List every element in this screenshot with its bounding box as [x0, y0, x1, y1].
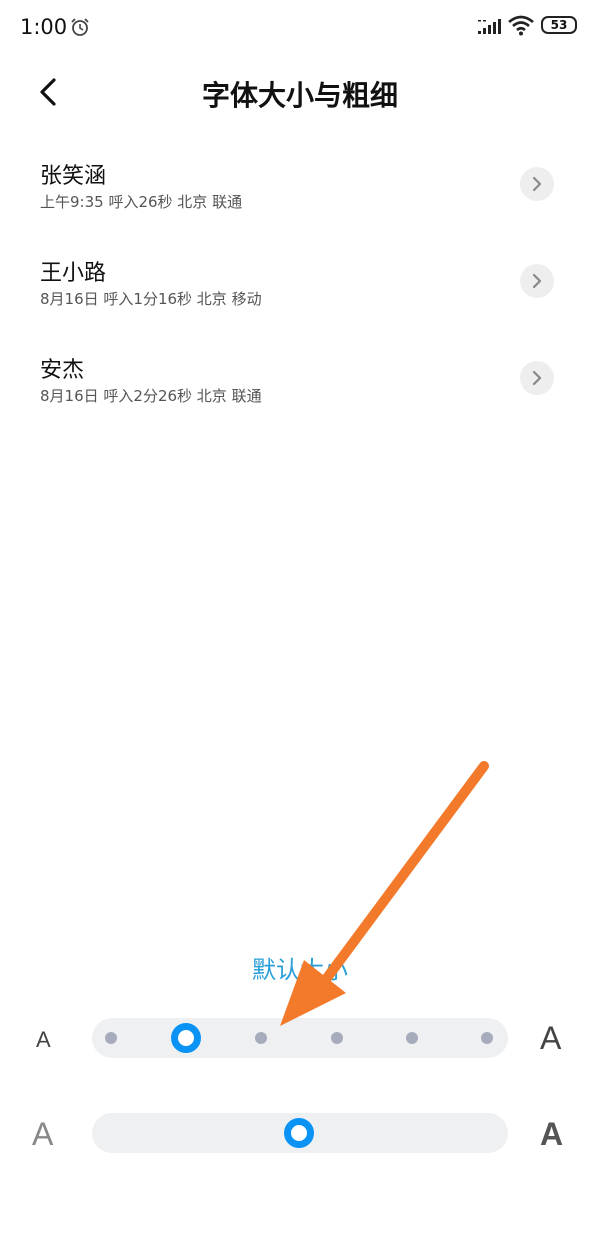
- font-size-slider[interactable]: [92, 1018, 508, 1058]
- cellular-signal-icon: [478, 19, 501, 34]
- status-time: 1:00: [20, 15, 68, 39]
- battery-indicator: 53: [541, 16, 577, 34]
- font-weight-slider[interactable]: [92, 1113, 508, 1153]
- slider-step-dot[interactable]: [405, 1032, 418, 1044]
- size-small-glyph: A: [36, 1027, 51, 1052]
- call-detail: 8月16日 呼入1分16秒 北京 移动: [40, 290, 262, 308]
- default-size-label: 默认大小: [252, 956, 348, 984]
- call-detail-button[interactable]: [520, 167, 554, 201]
- weight-bold-glyph: A: [540, 1116, 564, 1152]
- chevron-right-icon: [532, 273, 542, 289]
- chevron-right-icon: [532, 370, 542, 386]
- slider-step-dot[interactable]: [330, 1032, 343, 1044]
- caller-name: 张笑涵: [40, 164, 107, 189]
- weight-thin-glyph: A: [32, 1116, 54, 1152]
- caller-name: 安杰: [40, 358, 85, 383]
- call-detail-button[interactable]: [520, 361, 554, 395]
- alarm-clock-icon: [71, 18, 89, 36]
- slider-step-dot[interactable]: [481, 1032, 493, 1044]
- call-detail: 8月16日 呼入2分26秒 北京 联通: [40, 387, 262, 405]
- call-detail: 上午9:35 呼入26秒 北京 联通: [40, 193, 243, 211]
- status-bar: 1:00 53: [0, 0, 600, 56]
- slider-thumb[interactable]: [171, 1023, 202, 1053]
- chevron-right-icon: [532, 176, 542, 192]
- size-large-glyph: A: [540, 1020, 562, 1056]
- wifi-icon: [508, 15, 534, 36]
- call-list: 张笑涵 上午9:35 呼入26秒 北京 联通 王小路 8月16日 呼入1分16秒…: [0, 150, 600, 441]
- caller-name: 王小路: [40, 261, 107, 286]
- call-list-item[interactable]: 安杰 8月16日 呼入2分26秒 北京 联通: [0, 344, 600, 441]
- call-list-item[interactable]: 张笑涵 上午9:35 呼入26秒 北京 联通: [0, 150, 600, 247]
- slider-thumb[interactable]: [284, 1118, 314, 1148]
- slider-step-dot[interactable]: [105, 1032, 117, 1044]
- page-title: 字体大小与粗细: [201, 79, 398, 112]
- call-list-item[interactable]: 王小路 8月16日 呼入1分16秒 北京 移动: [0, 247, 600, 344]
- slider-step-dot[interactable]: [255, 1032, 268, 1044]
- call-detail-button[interactable]: [520, 264, 554, 298]
